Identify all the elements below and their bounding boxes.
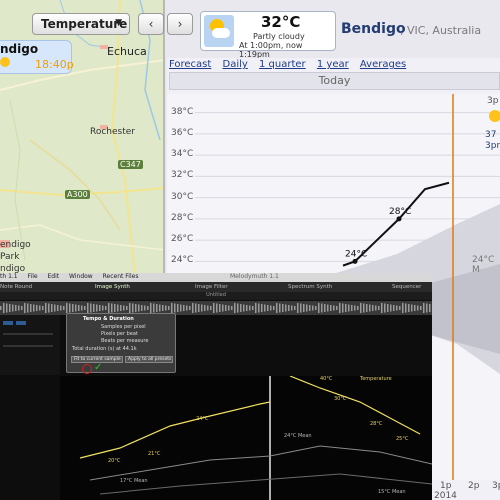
toolbar: Temperature ▼ ‹ › 32°C Partly cloudy At …: [0, 0, 500, 59]
tab-forecast[interactable]: Forecast: [169, 59, 211, 70]
graph-label-30c: 30°C: [334, 396, 347, 402]
menu-app[interactable]: th 1.1: [0, 273, 18, 280]
check-icon[interactable]: ✓: [94, 362, 102, 373]
waveform[interactable]: [0, 301, 432, 315]
location-name: Bendigo: [341, 21, 406, 37]
temperature-point: [396, 216, 402, 222]
right-cut-time: 3p: [487, 96, 499, 106]
graph-label-temperature: Temperature: [360, 376, 392, 382]
tab-image-synth[interactable]: Image Synth: [95, 284, 130, 290]
dialog-row-beats: Beats per measure: [101, 338, 149, 344]
dialog-row-pixels: Pixels per beat: [101, 331, 138, 337]
temperature-data-label: 24°C: [345, 249, 367, 259]
menu-recent-files[interactable]: Recent Files: [103, 273, 139, 280]
tab-averages[interactable]: Averages: [360, 59, 406, 70]
y-tick-label: 36°C: [171, 127, 194, 138]
app-preview-graph[interactable]: [60, 376, 432, 500]
right-cut-temp: 37: [485, 130, 497, 140]
apply-all-presets-button[interactable]: Apply to all presets: [125, 356, 173, 363]
sun-icon: [0, 57, 10, 67]
graph-label-21c: 21°C: [148, 451, 161, 457]
tab-1-quarter[interactable]: 1 quarter: [259, 59, 306, 70]
graph-label-24c-mean: 24°C Mean: [284, 433, 312, 439]
temperature-data-label: 28°C: [389, 207, 411, 217]
graph-label-17c-mean: 17°C Mean: [120, 478, 148, 484]
y-tick-label: 28°C: [171, 212, 194, 223]
dialog-title: Tempo & Duration: [83, 316, 134, 322]
track-controls[interactable]: [0, 315, 60, 375]
map-time-label: 18:40p: [35, 58, 74, 71]
graph-label-25c: 25°C: [396, 436, 409, 442]
cancel-icon[interactable]: [82, 364, 92, 374]
app-tab-row: Note Round Image Synth Image Filter Spec…: [0, 282, 432, 292]
y-tick-label: 30°C: [171, 191, 194, 202]
x-tick-1p: 1p: [440, 481, 452, 491]
prev-button[interactable]: ‹: [138, 13, 164, 35]
x-tick-2p: 2p: [468, 481, 480, 491]
menu-file[interactable]: File: [28, 273, 38, 280]
document-title: Untitled: [0, 292, 432, 300]
temperature-point: [352, 258, 358, 264]
x-axis-bottom: 1p 2p 3p 2014: [430, 480, 500, 500]
tempo-duration-dialog[interactable]: Tempo & Duration Samples per pixel Pixel…: [66, 313, 176, 373]
day-header: Today: [169, 72, 500, 90]
current-condition: Partly cloudy: [253, 32, 305, 41]
tab-image-filter[interactable]: Image Filter: [195, 284, 228, 290]
graph-label-24c: 24°C: [196, 416, 209, 422]
x-tick-year: 2014: [434, 491, 457, 500]
map-place-bendigo: endigo: [0, 240, 31, 250]
map-place-park: Park: [0, 252, 20, 262]
x-tick-3p: 3p: [492, 481, 500, 491]
partly-cloudy-icon: [204, 15, 234, 47]
y-tick-label: 38°C: [171, 106, 194, 117]
audio-app-window[interactable]: th 1.1 File Edit Window Recent Files Mel…: [0, 273, 432, 500]
menu-edit[interactable]: Edit: [48, 273, 60, 280]
graph-label-15c-mean: 15°C Mean: [378, 489, 406, 495]
road-badge-a300: A300: [65, 190, 90, 199]
graph-label-40c: 40°C: [320, 376, 333, 382]
chevron-down-icon: ▼: [115, 18, 122, 28]
forecast-tabs: Forecast Daily 1 quarter 1 year Averages: [169, 59, 414, 70]
current-temperature: 32°C: [261, 13, 301, 31]
y-tick-label: 24°C: [171, 255, 194, 266]
graph-label-28c: 28°C: [370, 421, 383, 427]
map-place-rochester: Rochester: [90, 127, 135, 137]
menu-window[interactable]: Window: [69, 273, 93, 280]
tab-1-year[interactable]: 1 year: [317, 59, 349, 70]
dialog-row-duration: Total duration (s) at 44.1k: [72, 346, 137, 352]
y-tick-label: 34°C: [171, 149, 194, 160]
current-time: At 1:00pm, now 1:19pm: [239, 41, 303, 59]
next-button[interactable]: ›: [167, 13, 193, 35]
app-window-title: Melodymuth 1.1: [230, 273, 279, 280]
tab-note-round[interactable]: Note Round: [0, 284, 32, 290]
y-tick-label: 26°C: [171, 234, 194, 245]
screen-root: ndigo 18:40p Echuca Rochester endigo Par…: [0, 0, 500, 500]
mean-label: 24°C M: [472, 255, 495, 275]
app-menu-bar: th 1.1 File Edit Window Recent Files Mel…: [0, 273, 432, 282]
y-tick-label: 32°C: [171, 170, 194, 181]
right-cut-time-2: 3pn: [485, 141, 500, 151]
current-weather-box: 32°C Partly cloudy At 1:00pm, now 1:19pm: [200, 11, 336, 59]
metric-dropdown[interactable]: Temperature ▼: [32, 13, 130, 35]
tab-spectrum-synth[interactable]: Spectrum Synth: [288, 284, 332, 290]
location-region: , VIC, Australia: [400, 24, 482, 37]
dialog-row-samples: Samples per pixel: [101, 324, 146, 330]
graph-label-20c: 20°C: [108, 458, 121, 464]
tab-daily[interactable]: Daily: [223, 59, 248, 70]
tab-sequencer[interactable]: Sequencer: [392, 284, 421, 290]
road-badge-c347: C347: [118, 160, 143, 169]
